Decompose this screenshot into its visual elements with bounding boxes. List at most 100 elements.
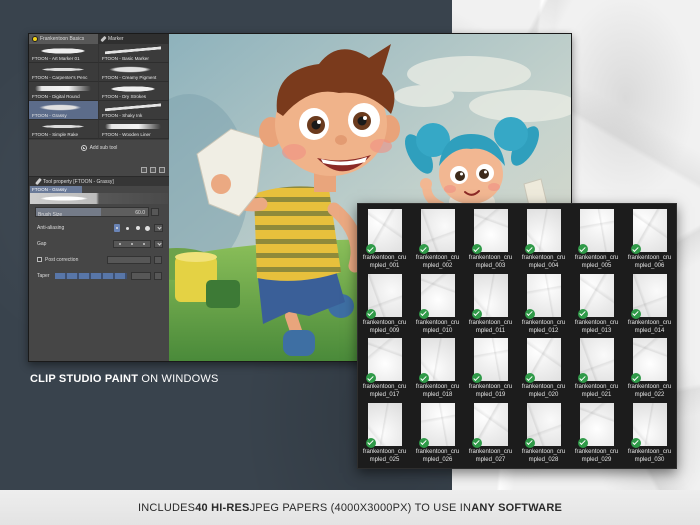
file-thumbnail[interactable]: [630, 338, 667, 383]
file-item[interactable]: frankentoon_cru mpled_017: [358, 333, 411, 398]
check-icon: [471, 244, 482, 254]
file-thumbnail[interactable]: [524, 338, 561, 383]
taper-label: Taper: [37, 273, 50, 279]
file-item[interactable]: frankentoon_cru mpled_004: [517, 204, 570, 269]
anti-aliasing-weak-option[interactable]: [124, 224, 130, 232]
settings-icon[interactable]: [154, 256, 162, 264]
brush-size-slider[interactable]: Brush Size 60.0: [35, 207, 149, 218]
file-thumbnail[interactable]: [418, 338, 455, 383]
brush-item[interactable]: FTOON - Dry Strokes: [99, 82, 169, 101]
file-name-line1: frankentoon_cru: [468, 384, 513, 390]
file-item[interactable]: frankentoon_cru mpled_021: [570, 333, 623, 398]
brush-item[interactable]: FTOON - Wooden Liner: [99, 120, 169, 139]
new-sub-tool-icon[interactable]: [141, 167, 147, 173]
anti-aliasing-medium-option[interactable]: [135, 224, 141, 232]
anti-aliasing-label: Anti-aliasing: [37, 225, 65, 231]
file-name-line1: frankentoon_cru: [521, 255, 566, 261]
brush-item[interactable]: FTOON - Carpenter's Penc: [29, 63, 99, 82]
file-thumbnail[interactable]: [577, 209, 614, 254]
brush-item[interactable]: FTOON - Shaky Ink: [99, 101, 169, 120]
chevron-down-icon[interactable]: [154, 240, 163, 248]
file-item[interactable]: frankentoon_cru mpled_030: [623, 398, 676, 463]
file-item[interactable]: frankentoon_cru mpled_013: [570, 269, 623, 334]
file-item[interactable]: frankentoon_cru mpled_028: [517, 398, 570, 463]
file-thumbnail[interactable]: [630, 209, 667, 254]
copy-sub-tool-icon[interactable]: [150, 167, 156, 173]
brush-item[interactable]: FTOON - Digital Round: [29, 82, 99, 101]
file-item[interactable]: frankentoon_cru mpled_012: [517, 269, 570, 334]
sub-tool-group-tabs: Frankentoon Basics Marker: [29, 34, 169, 44]
brush-stroke-preview: [105, 65, 161, 74]
file-item[interactable]: frankentoon_cru mpled_029: [570, 398, 623, 463]
file-item[interactable]: frankentoon_cru mpled_002: [411, 204, 464, 269]
file-thumbnail[interactable]: [577, 338, 614, 383]
file-item[interactable]: frankentoon_cru mpled_018: [411, 333, 464, 398]
tab-marker[interactable]: Marker: [98, 34, 127, 44]
file-thumbnail[interactable]: [577, 273, 614, 319]
file-thumbnail[interactable]: [524, 209, 561, 254]
gap-options[interactable]: [113, 240, 151, 248]
pressure-icon[interactable]: [151, 208, 159, 216]
gap-row: Gap: [35, 237, 165, 251]
file-item[interactable]: frankentoon_cru mpled_027: [464, 398, 517, 463]
brush-item-selected[interactable]: FTOON - Grassy: [29, 101, 99, 120]
file-thumbnail[interactable]: [418, 402, 455, 448]
brush-size-row: Brush Size 60.0: [35, 205, 165, 219]
file-thumbnail[interactable]: [471, 209, 508, 254]
file-name-line1: frankentoon_cru: [362, 384, 407, 390]
post-correction-label: Post correction: [45, 257, 79, 263]
file-item[interactable]: frankentoon_cru mpled_019: [464, 333, 517, 398]
file-thumbnail[interactable]: [418, 209, 455, 254]
file-item[interactable]: frankentoon_cru mpled_014: [623, 269, 676, 334]
file-item[interactable]: frankentoon_cru mpled_011: [464, 269, 517, 334]
anti-aliasing-none-option[interactable]: [114, 224, 121, 232]
trash-icon[interactable]: [159, 167, 165, 173]
file-item[interactable]: frankentoon_cru mpled_020: [517, 333, 570, 398]
file-thumbnail[interactable]: [630, 402, 667, 448]
file-item[interactable]: frankentoon_cru mpled_009: [358, 269, 411, 334]
brush-item[interactable]: FTOON - Basic Marker: [99, 44, 169, 63]
brush-item[interactable]: FTOON - Creamy Pigment: [99, 63, 169, 82]
file-thumbnail[interactable]: [365, 402, 402, 448]
brush-item[interactable]: FTOON - Art Marker 01: [29, 44, 99, 63]
tool-property-header: Tool property [FTOON - Grassy]: [29, 176, 169, 186]
sub-tool-actions: [141, 167, 165, 173]
file-thumbnail[interactable]: [524, 402, 561, 448]
footer-text: JPEG PAPERS (4000X3000PX) TO USE IN: [249, 501, 472, 514]
taper-value-field[interactable]: [131, 272, 151, 280]
brush-item[interactable]: FTOON - Simple Rake: [29, 120, 99, 139]
file-thumbnail[interactable]: [418, 273, 455, 319]
file-thumbnail[interactable]: [471, 338, 508, 383]
file-item[interactable]: frankentoon_cru mpled_003: [464, 204, 517, 269]
tab-frankentoon-basics[interactable]: Frankentoon Basics: [29, 34, 98, 44]
file-item[interactable]: frankentoon_cru mpled_001: [358, 204, 411, 269]
file-thumbnail[interactable]: [471, 402, 508, 448]
file-item[interactable]: frankentoon_cru mpled_026: [411, 398, 464, 463]
anti-aliasing-strong-option[interactable]: [145, 224, 151, 232]
software-caption: CLIP STUDIO PAINT ON WINDOWS: [30, 373, 219, 385]
file-thumbnail[interactable]: [630, 273, 667, 319]
taper-graph[interactable]: [55, 273, 127, 279]
settings-icon[interactable]: [154, 272, 162, 280]
file-thumbnail[interactable]: [577, 402, 614, 448]
file-item[interactable]: frankentoon_cru mpled_025: [358, 398, 411, 463]
file-item[interactable]: frankentoon_cru mpled_006: [623, 204, 676, 269]
file-item[interactable]: frankentoon_cru mpled_010: [411, 269, 464, 334]
file-name-line1: frankentoon_cru: [521, 319, 566, 326]
file-thumbnail[interactable]: [365, 338, 402, 383]
file-name-line1: frankentoon_cru: [362, 255, 407, 261]
post-correction-checkbox[interactable]: [37, 257, 42, 262]
file-name-line1: frankentoon_cru: [468, 448, 513, 455]
check-icon: [471, 437, 482, 448]
add-sub-tool-button[interactable]: Add sub tool: [29, 143, 169, 153]
chevron-down-icon[interactable]: [154, 224, 163, 232]
file-thumbnail[interactable]: [471, 273, 508, 319]
file-thumbnail[interactable]: [365, 209, 402, 254]
file-grid: frankentoon_cru mpled_001 frankentoon_cru m…: [358, 204, 676, 463]
file-item[interactable]: frankentoon_cru mpled_022: [623, 333, 676, 398]
file-thumbnail[interactable]: [524, 273, 561, 319]
file-item[interactable]: frankentoon_cru mpled_005: [570, 204, 623, 269]
marker-icon: [100, 35, 107, 43]
post-correction-slider[interactable]: [107, 256, 151, 264]
file-thumbnail[interactable]: [365, 273, 402, 319]
